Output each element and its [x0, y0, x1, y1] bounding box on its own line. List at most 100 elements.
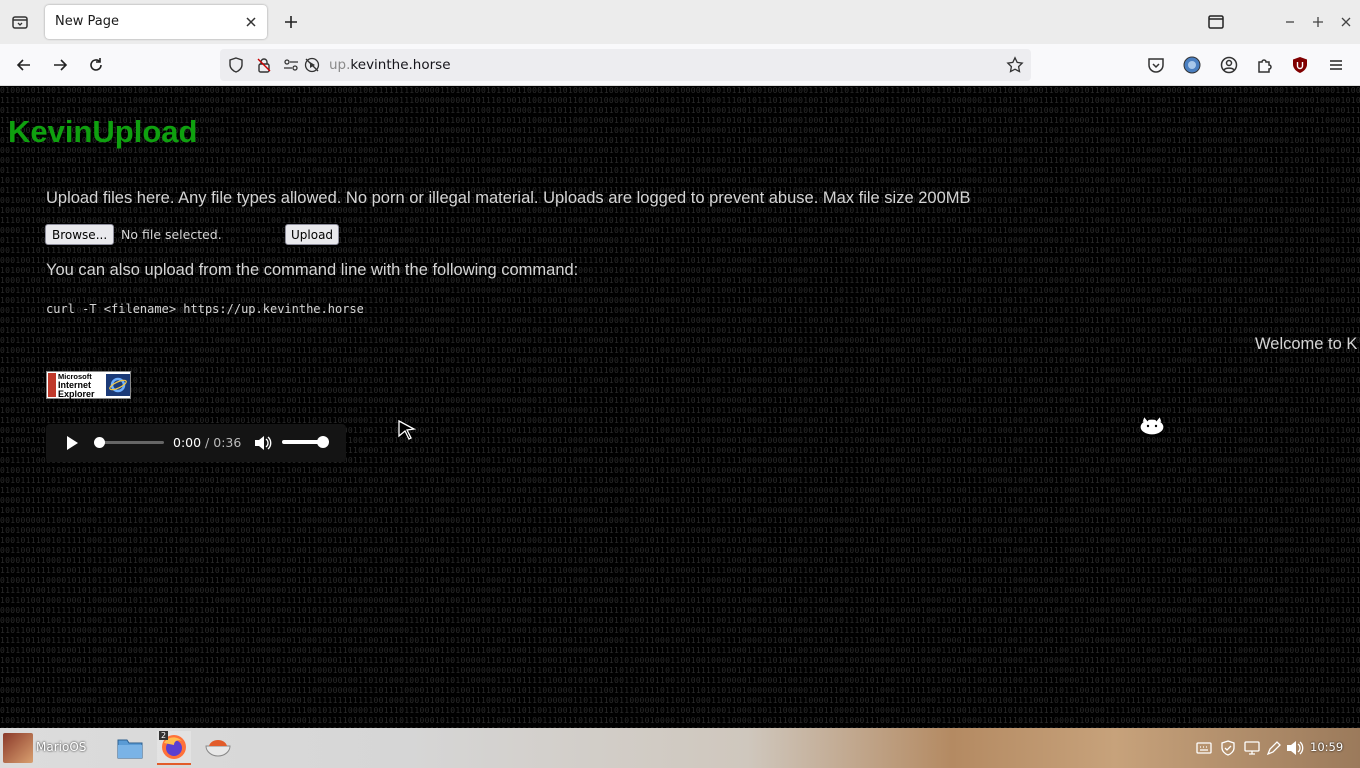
ublock-button[interactable]: [1288, 53, 1312, 77]
ie-badge[interactable]: Microsoft Internet Explorer: [46, 371, 131, 399]
site-info-button[interactable]: [255, 56, 273, 74]
tray-display-button[interactable]: [1243, 739, 1261, 757]
lock-insecure-icon: [257, 58, 271, 73]
badge-red-strip: [48, 373, 56, 397]
autoplay-blocked-button[interactable]: [303, 56, 321, 74]
new-tab-button[interactable]: [278, 9, 304, 35]
arrow-right-icon: [54, 59, 68, 71]
navigation-bar: up.kevinthe.horse: [0, 44, 1360, 86]
speaker-icon: [1287, 741, 1304, 755]
ublock-shield-icon: [1293, 57, 1307, 73]
window-icon: [1208, 15, 1224, 29]
curl-command: curl -T <filename> https://up.kevinthe.h…: [46, 302, 364, 316]
window-count-badge: 2: [159, 731, 169, 740]
shield-icon: [229, 57, 243, 73]
extensions-button[interactable]: [1253, 53, 1277, 77]
taskbar-file-manager[interactable]: [113, 731, 147, 765]
pen-icon: [1266, 741, 1281, 756]
start-avatar-icon: [3, 733, 33, 763]
volume-icon: [255, 436, 272, 450]
page-viewport: 0100010110011000101000110010011001001001…: [0, 86, 1360, 728]
plus-icon: [285, 16, 297, 28]
account-icon: [1220, 56, 1238, 74]
start-label: MarioOS: [36, 740, 87, 754]
url-text[interactable]: up.kevinthe.horse: [329, 57, 451, 73]
hamburger-menu-icon: [1330, 60, 1342, 70]
globe-extension-icon: [1183, 56, 1201, 74]
welcome-marquee: Welcome to K: [1255, 335, 1358, 353]
taskbar-clock[interactable]: 10:59: [1310, 740, 1343, 754]
badge-line-3: Explorer: [58, 389, 95, 399]
permissions-button[interactable]: [282, 56, 300, 74]
window-list-button[interactable]: [1205, 11, 1227, 33]
extension-globe-button[interactable]: [1180, 53, 1204, 77]
cli-instructions: You can also upload from the command lin…: [46, 261, 579, 279]
start-menu-button[interactable]: MarioOS: [0, 728, 100, 768]
maximize-button[interactable]: [1307, 11, 1329, 33]
url-domain: kevinthe.horse: [350, 57, 451, 73]
tracking-protection-button[interactable]: [227, 56, 245, 74]
oneko-cat-icon: [1137, 414, 1167, 439]
security-shield-icon: [1221, 740, 1235, 756]
tab-bar: New Page: [0, 0, 1360, 44]
tray-pen-button[interactable]: [1265, 739, 1283, 757]
seek-thumb[interactable]: [94, 437, 105, 448]
puzzle-icon: [1258, 59, 1272, 73]
reload-icon: [90, 58, 102, 71]
close-icon: [1341, 17, 1351, 27]
tab-close-button[interactable]: [241, 12, 261, 32]
upload-instructions: Upload files here. Any file types allowe…: [46, 189, 971, 207]
mouse-cursor-icon: [398, 419, 417, 440]
reload-button[interactable]: [82, 51, 110, 79]
tab-list-icon: [12, 16, 28, 29]
taskbar-firefox[interactable]: 2: [157, 731, 191, 765]
minimize-button[interactable]: [1279, 11, 1301, 33]
play-icon: [67, 436, 78, 450]
pocket-icon: [1148, 58, 1164, 73]
display-icon: [1244, 741, 1260, 755]
back-button[interactable]: [10, 51, 38, 79]
tray-keyboard-button[interactable]: [1195, 739, 1213, 757]
binary-background-pattern: 0100010110011000101000110010011001001001…: [0, 86, 1360, 728]
arrow-left-icon: [16, 59, 30, 71]
menu-button[interactable]: [1324, 53, 1348, 77]
file-status-text: No file selected.: [121, 227, 222, 242]
tab-list-button[interactable]: [6, 8, 34, 36]
tray-volume-button[interactable]: [1286, 739, 1304, 757]
permissions-icon: [284, 59, 298, 71]
taskbar-app-bowl[interactable]: [201, 731, 235, 765]
forward-button[interactable]: [46, 51, 74, 79]
account-button[interactable]: [1217, 53, 1241, 77]
seek-slider[interactable]: [94, 437, 164, 448]
tray-security-button[interactable]: [1219, 739, 1237, 757]
bookmark-star-button[interactable]: [1006, 56, 1024, 74]
badge-text: Microsoft Internet Explorer: [58, 373, 95, 399]
close-icon: [246, 17, 256, 27]
bowl-app-icon: [205, 740, 231, 757]
duration: 0:36: [213, 435, 242, 450]
url-subdomain: up.: [329, 57, 351, 73]
current-time: 0:00: [173, 435, 202, 450]
url-bar[interactable]: up.kevinthe.horse: [220, 49, 1031, 81]
time-display: 0:00 / 0:36: [173, 435, 242, 450]
maximize-icon: [1313, 17, 1323, 27]
folder-icon: [117, 739, 143, 759]
upload-button[interactable]: Upload: [285, 224, 340, 245]
site-title: KevinUpload: [8, 114, 198, 149]
star-icon: [1006, 56, 1024, 73]
tab-active[interactable]: New Page: [45, 5, 267, 39]
minimize-icon: [1286, 21, 1294, 23]
autoplay-blocked-icon: [304, 57, 320, 73]
volume-thumb[interactable]: [317, 436, 329, 448]
mute-button[interactable]: [253, 433, 273, 453]
play-button[interactable]: [62, 433, 82, 453]
pocket-button[interactable]: [1144, 53, 1168, 77]
window-close-button[interactable]: [1335, 11, 1357, 33]
tab-title: New Page: [55, 14, 119, 29]
keyboard-icon: [1196, 742, 1212, 754]
ie-logo-icon: [106, 374, 130, 396]
volume-slider[interactable]: [282, 436, 329, 448]
taskbar: MarioOS 2 10:59: [0, 728, 1360, 768]
audio-player: 0:00 / 0:36: [46, 424, 346, 462]
browse-file-button[interactable]: Browse...: [45, 224, 115, 245]
